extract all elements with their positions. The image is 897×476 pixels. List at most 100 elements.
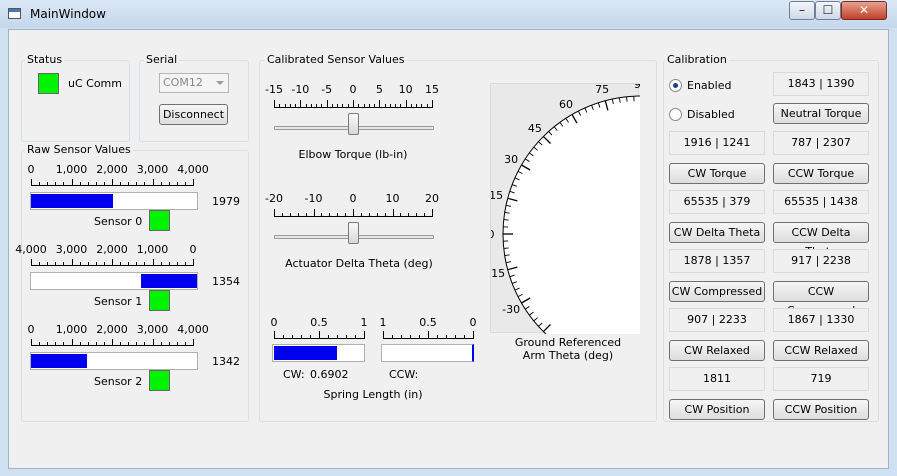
scale-tick (152, 339, 154, 346)
scale-tick (176, 342, 178, 346)
disabled-radio[interactable] (669, 108, 682, 121)
scale-tick (128, 342, 130, 346)
spring-ccw-label: CCW: (389, 368, 419, 381)
scale-tick (313, 209, 315, 217)
scale-tick-label: 0 (27, 323, 35, 336)
scale-tick (87, 342, 89, 346)
scale-tick (392, 209, 394, 217)
scale-tick (120, 342, 122, 346)
disabled-label: Disabled (687, 108, 735, 121)
elbow-torque-slider[interactable] (348, 113, 359, 135)
scale-tick-label: 0 (349, 83, 357, 96)
scale-tick (136, 342, 138, 346)
sensor-0-label: Sensor 0 (94, 215, 143, 228)
scale-tick (337, 103, 339, 108)
sensor-1-value: 1354 (212, 275, 240, 288)
actuator-delta-slider[interactable] (348, 222, 359, 244)
spring-ccw-scale: 1 0.5 0 (380, 316, 477, 339)
scale-tick-label: 2,000 (96, 243, 128, 256)
enabled-label: Enabled (687, 79, 732, 92)
cal-cw-button-3[interactable]: CW Relaxed (669, 340, 765, 361)
chevron-down-icon (216, 81, 224, 85)
raw-sensor-title: Raw Sensor Values (25, 143, 133, 156)
cal-ccw-button-2[interactable]: CCW Compressed (773, 281, 869, 317)
scale-tick (400, 212, 402, 217)
cal-ccw-value-0: 787 | 2307 (773, 131, 869, 155)
gauge-tick-label: -30 (502, 303, 520, 316)
sensor-2-led (149, 370, 170, 391)
scale-tick (342, 103, 344, 108)
scale-tick (31, 259, 32, 266)
scale-tick-label: -15 (265, 83, 283, 96)
gauge-tick-label: 15 (491, 189, 503, 202)
scale-tick (274, 209, 275, 217)
scale-tick (71, 259, 73, 266)
elbow-torque-scale: -15 -10 -5 0 5 10 15 (265, 83, 439, 108)
scale-tick-label: 1,000 (55, 163, 88, 176)
scale-tick (473, 331, 474, 339)
scale-tick-label: 10 (385, 192, 400, 205)
scale-tick (376, 212, 378, 217)
sensor-2-fill (31, 354, 87, 368)
gauge-tick-label: 45 (528, 122, 542, 135)
scale-tick (136, 182, 138, 186)
scale-tick (160, 342, 162, 346)
scale-tick (421, 103, 423, 108)
scale-tick (289, 103, 291, 108)
scale-tick (87, 262, 89, 266)
scale-tick (112, 339, 113, 346)
scale-tick (410, 334, 411, 339)
scale-tick (410, 103, 412, 108)
scale-tick-label: 0 (27, 163, 35, 176)
scale-tick (289, 212, 291, 217)
scale-tick (274, 331, 275, 339)
scale-tick (71, 339, 73, 346)
cal-ccw-button-3[interactable]: CCW Relaxed (773, 340, 869, 361)
scale-tick (281, 212, 283, 217)
scale-tick (368, 103, 370, 108)
cal-cw-value-1: 65535 | 379 (669, 190, 765, 214)
sensor-0-fill (31, 194, 114, 208)
sensor-2-bar (30, 352, 198, 370)
scale-tick (428, 331, 429, 339)
sensor-1-label: Sensor 1 (94, 295, 143, 308)
spring-cw-bar (272, 344, 365, 362)
sensor-1-bar (30, 272, 198, 290)
neutral-torque-value: 1843 | 1390 (773, 72, 869, 96)
enabled-radio[interactable] (669, 79, 682, 92)
actuator-delta-label: Actuator Delta Theta (deg) (285, 257, 433, 270)
scale-tick-label: 2,000 (96, 163, 128, 176)
maximize-button[interactable]: ☐ (815, 1, 841, 20)
serial-port-value: COM12 (163, 76, 203, 89)
scale-tick-label: 3,000 (136, 163, 169, 176)
scale-tick (193, 339, 194, 346)
cal-cw-button-4[interactable]: CW Position (669, 399, 765, 420)
scale-tick (39, 262, 41, 266)
scale-tick (95, 342, 97, 346)
scale-tick-label: -5 (321, 83, 333, 96)
cal-cw-button-1[interactable]: CW Delta Theta (669, 222, 765, 243)
scale-tick (95, 182, 97, 186)
neutral-torque-button[interactable]: Neutral Torque (773, 103, 869, 124)
scale-tick (347, 103, 349, 108)
scale-tick-label: 1,000 (136, 243, 169, 256)
sensor-2-value: 1342 (212, 355, 240, 368)
scale-tick (408, 212, 410, 217)
cal-cw-button-2[interactable]: CW Compressed (669, 281, 765, 302)
cal-ccw-button-4[interactable]: CCW Position (773, 399, 869, 420)
minimize-button[interactable]: – (789, 1, 815, 20)
cal-ccw-button-1[interactable]: CCW Delta Theta (773, 222, 869, 258)
serial-port-select[interactable]: COM12 (159, 73, 229, 93)
disconnect-button[interactable]: Disconnect (159, 104, 228, 125)
title-bar[interactable]: MainWindow – ☐ ✕ (0, 0, 897, 28)
scale-tick-label: 15 (425, 83, 439, 96)
scale-tick (120, 182, 122, 186)
close-button[interactable]: ✕ (841, 1, 887, 20)
scale-tick-label: 0 (349, 192, 357, 205)
scale-tick (152, 259, 154, 266)
scale-tick (389, 103, 391, 108)
cal-cw-button-0[interactable]: CW Torque (669, 163, 765, 184)
cal-ccw-button-0[interactable]: CCW Torque (773, 163, 869, 184)
cal-cw-value-0: 1916 | 1241 (669, 131, 765, 155)
scale-tick (128, 262, 130, 266)
